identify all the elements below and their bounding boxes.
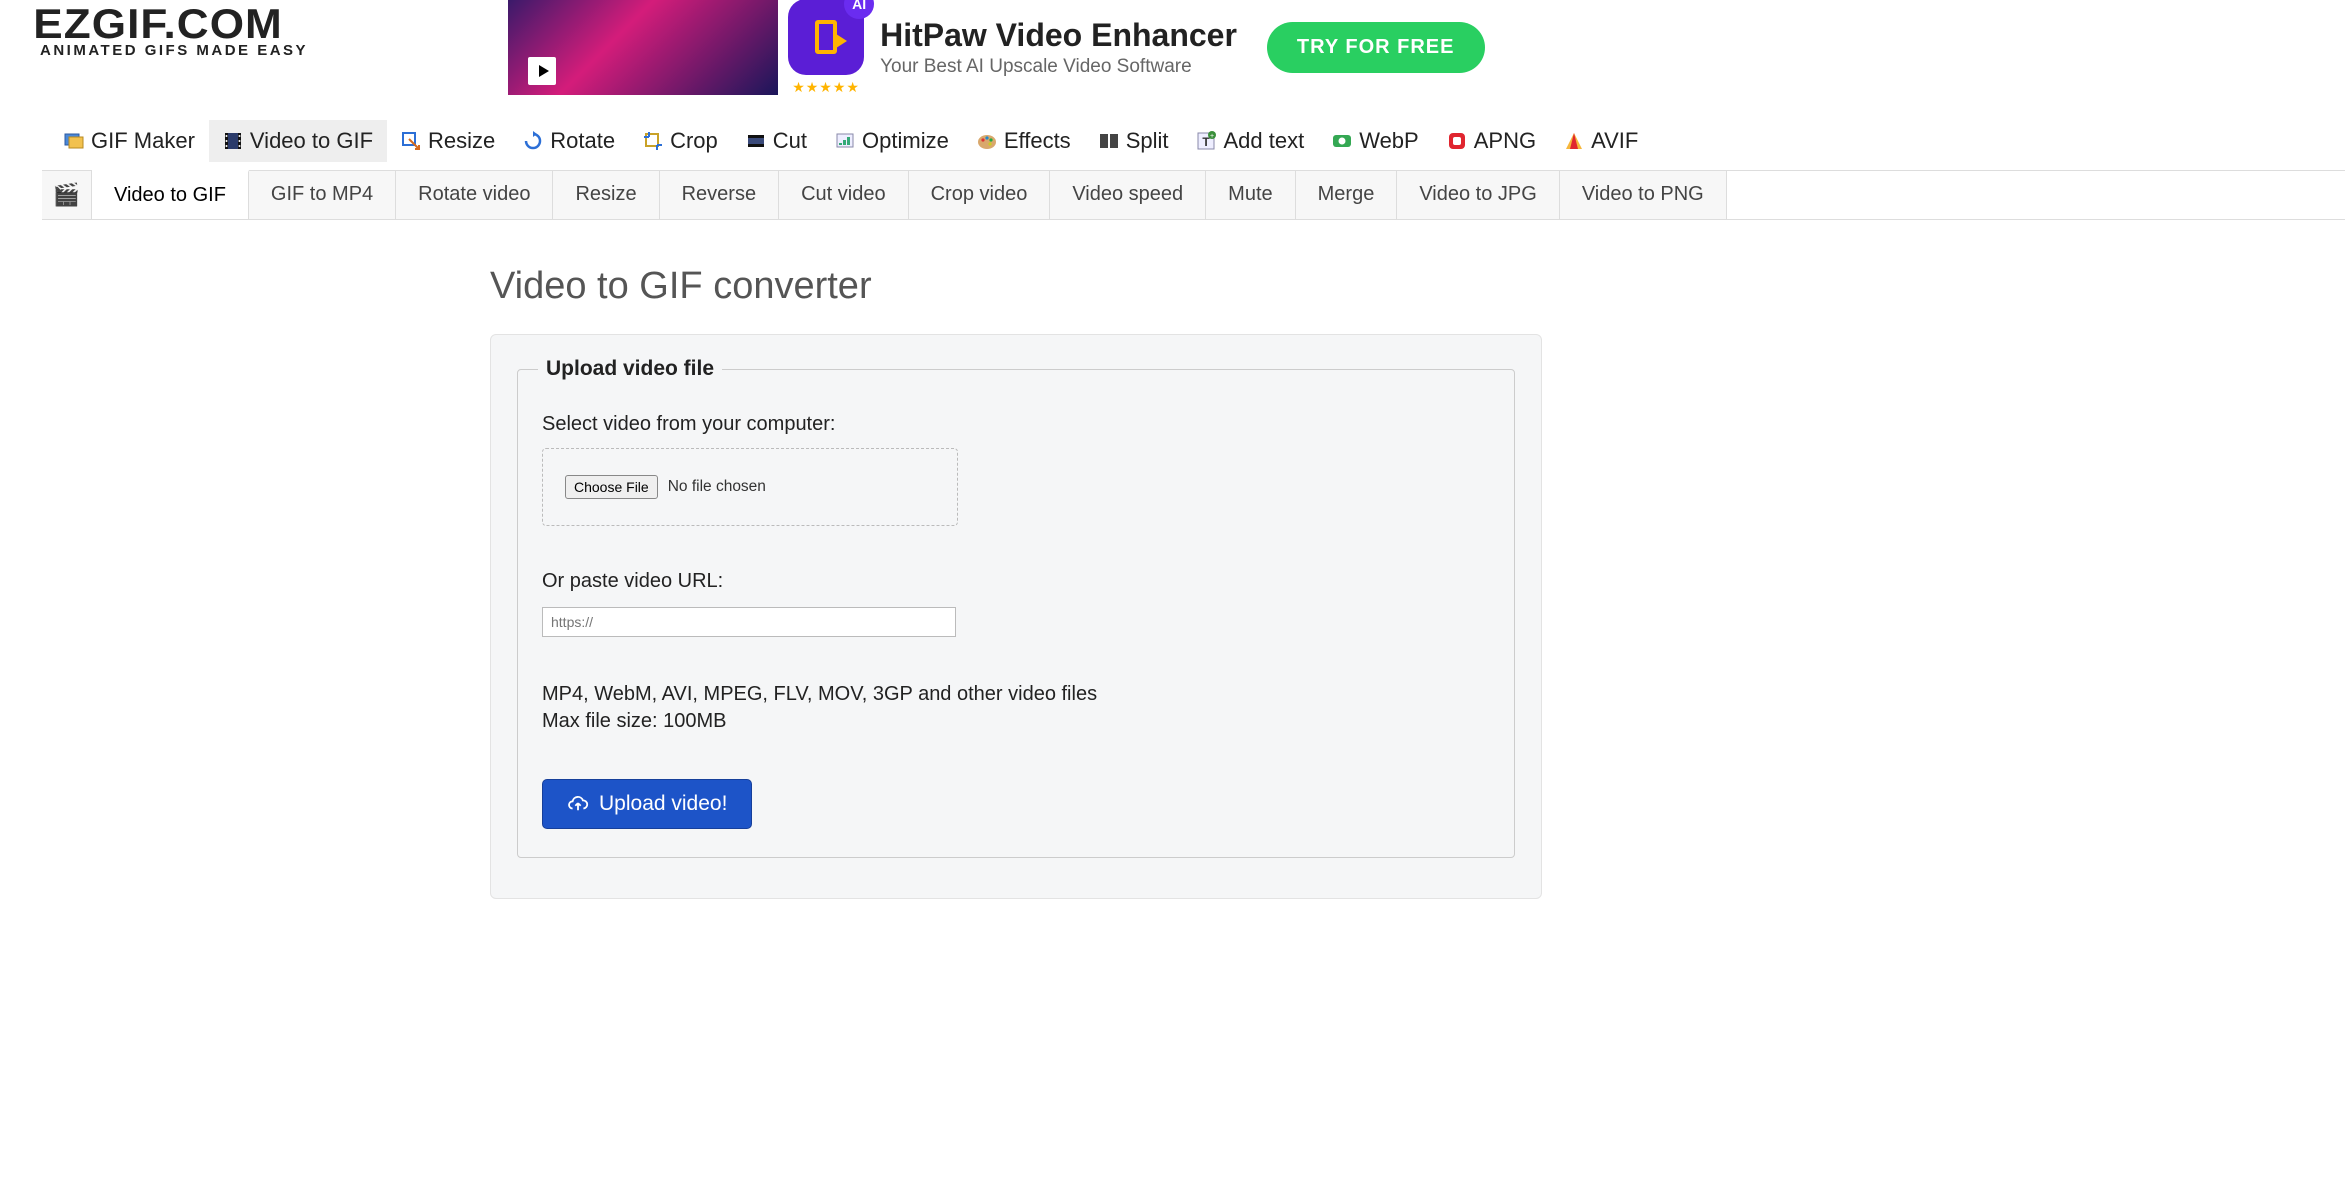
cut-icon (746, 131, 766, 151)
nav-item-label: Effects (1004, 128, 1071, 154)
subnav-item-merge[interactable]: Merge (1296, 171, 1398, 219)
nav-item-label: WebP (1359, 128, 1419, 154)
ad-banner[interactable]: AI ★★★★★ HitPaw Video Enhancer Your Best… (508, 0, 1484, 95)
nav-item-video-to-gif[interactable]: Video to GIF (209, 120, 387, 162)
file-status-text: No file chosen (668, 478, 766, 496)
nav-item-optimize[interactable]: Optimize (821, 120, 963, 162)
subnav-item-video-to-png[interactable]: Video to PNG (1560, 171, 1727, 219)
webp-icon (1332, 131, 1352, 151)
nav-item-label: Rotate (550, 128, 615, 154)
ai-badge: AI (844, 0, 874, 19)
rating-stars: ★★★★★ (792, 79, 860, 96)
crop-icon (643, 131, 663, 151)
optimize-icon (835, 131, 855, 151)
upload-button-label: Upload video! (599, 792, 727, 816)
rotate-icon (523, 131, 543, 151)
ad-app-icon: AI (788, 0, 864, 75)
subnav-home-button[interactable]: 🎬 (42, 171, 92, 219)
ad-cta-button[interactable]: TRY FOR FREE (1267, 22, 1485, 73)
gallery-icon (64, 131, 84, 151)
subnav-item-video-to-jpg[interactable]: Video to JPG (1397, 171, 1559, 219)
nav-item-apng[interactable]: APNG (1433, 120, 1550, 162)
nav-item-label: Video to GIF (250, 128, 373, 154)
subnav-item-video-speed[interactable]: Video speed (1050, 171, 1206, 219)
page-title: Video to GIF converter (490, 265, 2345, 308)
nav-item-label: Resize (428, 128, 495, 154)
nav-item-label: Crop (670, 128, 718, 154)
file-dropzone[interactable]: Choose File No file chosen (542, 448, 958, 526)
ad-subtitle: Your Best AI Upscale Video Software (880, 56, 1237, 78)
subnav-item-reverse[interactable]: Reverse (660, 171, 779, 219)
avif-icon (1564, 131, 1584, 151)
resize-icon (401, 131, 421, 151)
ad-video-thumbnail[interactable] (508, 0, 778, 95)
clapperboard-icon: 🎬 (53, 182, 80, 208)
play-icon (528, 57, 556, 85)
nav-item-label: AVIF (1591, 128, 1638, 154)
select-file-label: Select video from your computer: (542, 413, 1490, 436)
nav-item-avif[interactable]: AVIF (1550, 120, 1652, 162)
subnav-item-crop-video[interactable]: Crop video (909, 171, 1051, 219)
nav-item-gif-maker[interactable]: GIF Maker (50, 120, 209, 162)
site-logo[interactable]: EZGIF.COM ANIMATED GIFS MADE EASY (40, 0, 308, 59)
logo-main: EZGIF.COM (33, 0, 314, 48)
nav-item-add-text[interactable]: T+ Add text (1182, 120, 1318, 162)
subnav-item-cut-video[interactable]: Cut video (779, 171, 909, 219)
palette-icon (977, 131, 997, 151)
upload-panel: Upload video file Select video from your… (490, 334, 1542, 899)
nav-item-split[interactable]: Split (1085, 120, 1183, 162)
nav-item-webp[interactable]: WebP (1318, 120, 1433, 162)
sub-nav: 🎬 Video to GIFGIF to MP4Rotate videoResi… (42, 170, 2345, 220)
subnav-item-resize[interactable]: Resize (553, 171, 659, 219)
apng-icon (1447, 131, 1467, 151)
nav-item-effects[interactable]: Effects (963, 120, 1085, 162)
nav-item-resize[interactable]: Resize (387, 120, 509, 162)
nav-item-label: GIF Maker (91, 128, 195, 154)
video-url-input[interactable] (542, 607, 956, 637)
fieldset-legend: Upload video file (538, 357, 722, 381)
choose-file-button[interactable]: Choose File (565, 475, 658, 499)
upload-fieldset: Upload video file Select video from your… (517, 357, 1515, 858)
addtext-icon: T+ (1196, 131, 1216, 151)
nav-item-rotate[interactable]: Rotate (509, 120, 629, 162)
cloud-upload-icon (567, 795, 589, 813)
nav-item-label: Optimize (862, 128, 949, 154)
subnav-item-mute[interactable]: Mute (1206, 171, 1295, 219)
ad-title: HitPaw Video Enhancer (880, 17, 1237, 54)
subnav-item-video-to-gif[interactable]: Video to GIF (92, 170, 249, 219)
nav-item-cut[interactable]: Cut (732, 120, 821, 162)
nav-item-label: Cut (773, 128, 807, 154)
filesize-hint: Max file size: 100MB (542, 710, 1490, 733)
split-icon (1099, 131, 1119, 151)
url-label: Or paste video URL: (542, 570, 1490, 593)
formats-hint: MP4, WebM, AVI, MPEG, FLV, MOV, 3GP and … (542, 683, 1490, 706)
subnav-item-gif-to-mp4[interactable]: GIF to MP4 (249, 171, 396, 219)
nav-item-label: Add text (1223, 128, 1304, 154)
subnav-item-rotate-video[interactable]: Rotate video (396, 171, 553, 219)
main-nav: GIF Maker Video to GIF Resize Rotate Crop Cut… (0, 100, 2345, 162)
film-icon (223, 131, 243, 151)
nav-item-crop[interactable]: Crop (629, 120, 732, 162)
upload-button[interactable]: Upload video! (542, 779, 752, 829)
svg-text:+: + (1210, 133, 1214, 140)
nav-item-label: Split (1126, 128, 1169, 154)
nav-item-label: APNG (1474, 128, 1536, 154)
